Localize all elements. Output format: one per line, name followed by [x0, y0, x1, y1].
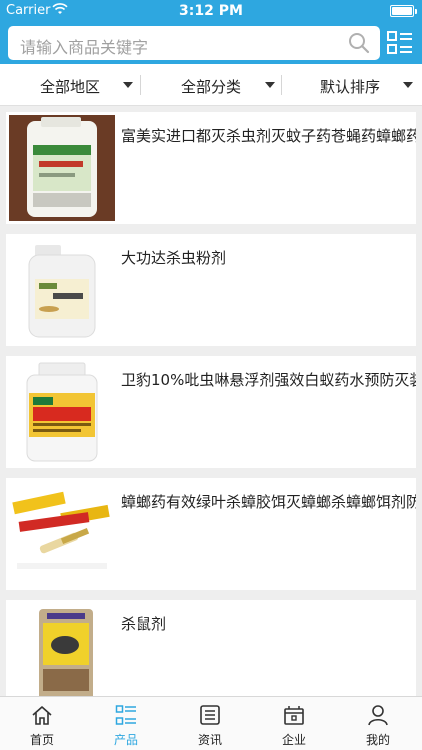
tab-products-label: 产品 — [113, 733, 138, 747]
product-thumbnail — [9, 603, 115, 709]
tab-products[interactable]: 产品 — [84, 697, 168, 750]
product-item[interactable]: 蟑螂药有效绿叶杀蟑胶饵灭蟑螂杀蟑螂饵剂防 — [6, 478, 416, 590]
product-item[interactable]: 富美实进口都灭杀虫剂灭蚊子药苍蝇药蟑螂药 — [6, 112, 416, 224]
news-icon — [200, 705, 220, 725]
clock: 3:12 PM — [179, 3, 243, 19]
tab-company[interactable]: 企业 — [252, 697, 336, 750]
category-menu-icon[interactable] — [386, 29, 414, 57]
tab-news-label: 资讯 — [197, 733, 222, 747]
search-bar: 请输入商品关键字 — [0, 22, 422, 64]
search-placeholder: 请输入商品关键字 — [20, 38, 149, 57]
status-bar: Carrier 3:12 PM — [0, 0, 422, 22]
battery-icon — [390, 5, 417, 17]
product-thumbnail — [9, 481, 115, 587]
tab-profile-label: 我的 — [365, 733, 390, 747]
tab-profile[interactable]: 我的 — [336, 697, 420, 750]
filter-sort[interactable]: 默认排序 — [282, 64, 422, 106]
filter-region-label: 全部地区 — [40, 78, 101, 96]
product-list-icon — [115, 705, 136, 725]
chevron-down-icon — [403, 82, 413, 88]
tab-company-label: 企业 — [281, 733, 306, 747]
product-thumbnail — [9, 115, 115, 221]
tab-home[interactable]: 首页 — [0, 697, 84, 750]
product-title: 蟑螂药有效绿叶杀蟑胶饵灭蟑螂杀蟑螂饵剂防 — [121, 493, 416, 511]
user-icon — [368, 705, 388, 726]
company-icon — [284, 706, 304, 725]
product-item[interactable]: 大功达杀虫粉剂 — [6, 234, 416, 346]
filter-category-label: 全部分类 — [181, 78, 242, 96]
filter-sort-label: 默认排序 — [320, 78, 381, 96]
chevron-down-icon — [265, 82, 275, 88]
tab-home-label: 首页 — [29, 733, 54, 747]
product-item[interactable]: 卫豹10%吡虫啉悬浮剂强效白蚁药水预防灭装 — [6, 356, 416, 468]
chevron-down-icon — [123, 82, 133, 88]
product-thumbnail — [9, 359, 115, 465]
product-title: 卫豹10%吡虫啉悬浮剂强效白蚁药水预防灭装 — [121, 371, 416, 389]
filter-region[interactable]: 全部地区 — [0, 64, 140, 106]
bottom-tab-bar: 首页 产品 资讯 企业 我的 — [0, 696, 422, 750]
search-input[interactable]: 请输入商品关键字 — [8, 26, 380, 60]
tab-news[interactable]: 资讯 — [168, 697, 252, 750]
filter-bar: 全部地区 全部分类 默认排序 — [0, 64, 422, 106]
product-title: 杀鼠剂 — [121, 615, 167, 633]
product-title: 大功达杀虫粉剂 — [121, 249, 227, 267]
home-icon — [32, 706, 52, 725]
filter-category[interactable]: 全部分类 — [141, 64, 281, 106]
product-thumbnail — [9, 237, 115, 343]
product-title: 富美实进口都灭杀虫剂灭蚊子药苍蝇药蟑螂药 — [121, 127, 416, 145]
search-icon[interactable] — [348, 32, 370, 54]
